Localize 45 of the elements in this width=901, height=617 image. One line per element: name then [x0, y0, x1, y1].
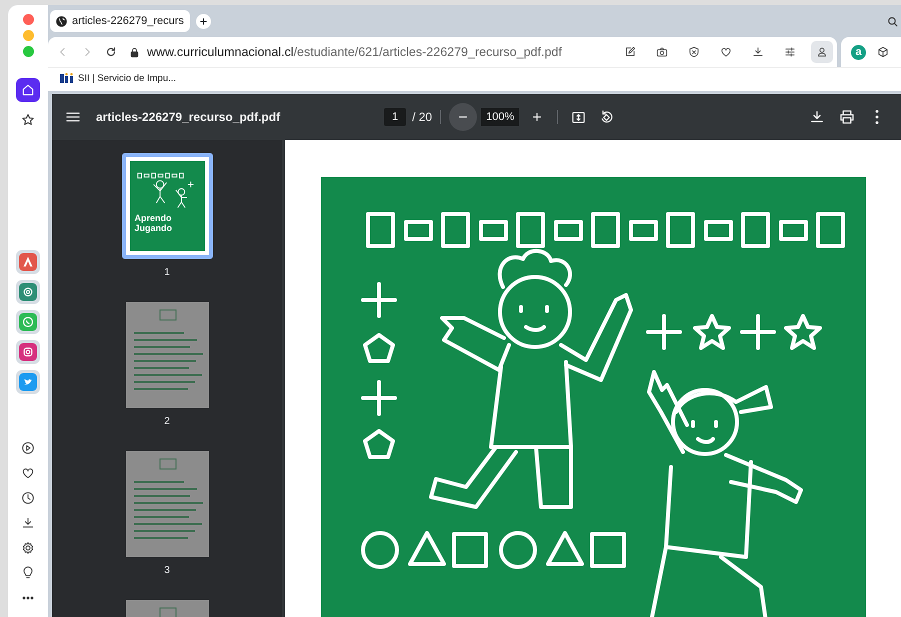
app-shortcut[interactable]	[16, 250, 40, 274]
lock-icon	[128, 46, 141, 58]
bird-app-icon	[19, 373, 37, 391]
page-thumbnail[interactable]	[126, 302, 208, 408]
bookmark-link[interactable]: SII | Servicio de Impu...	[60, 72, 176, 87]
page-number: 2	[164, 415, 170, 429]
profile-button[interactable]	[811, 41, 833, 63]
browser-tab[interactable]: articles-226279_recurs	[50, 10, 190, 32]
new-tab-button[interactable]	[196, 14, 211, 28]
cube-icon[interactable]	[876, 45, 890, 59]
window-control-dot[interactable]	[22, 30, 34, 41]
letter-a-app-icon	[19, 253, 37, 271]
reload-button[interactable]	[104, 45, 118, 59]
camera-app-icon	[19, 343, 37, 361]
home-button[interactable]	[16, 78, 40, 102]
cover-title: Aprendo Jugando	[134, 214, 173, 233]
page-number-field[interactable]: 1	[384, 108, 406, 126]
more-options-icon	[875, 110, 879, 124]
window-control-dot[interactable]	[22, 14, 34, 25]
star-icon	[20, 112, 36, 128]
profile-icon	[815, 45, 829, 59]
document-title: articles-226279_recurso_pdf.pdf	[96, 109, 280, 126]
page-count: / 20	[412, 109, 432, 126]
sliders-icon	[783, 45, 797, 59]
edit-icon	[623, 45, 637, 59]
home-icon	[20, 82, 36, 98]
plus-icon	[198, 16, 209, 26]
page-thumbnail[interactable]	[126, 451, 208, 557]
heart-icon	[719, 45, 733, 59]
app-shortcut[interactable]	[16, 280, 40, 304]
search-icon[interactable]	[886, 14, 899, 28]
app-shortcut[interactable]	[16, 370, 40, 394]
globe-icon	[55, 14, 68, 28]
camera-icon	[655, 45, 669, 59]
window-control-dot[interactable]	[22, 46, 34, 57]
page-thumbnail[interactable]: Aprendo Jugando	[122, 153, 212, 259]
app-shortcut[interactable]	[16, 340, 40, 364]
download-icon	[751, 45, 765, 59]
zoom-field[interactable]: 100%	[481, 108, 520, 126]
page-number: 1	[164, 266, 170, 280]
shield-icon	[687, 45, 701, 59]
print-icon	[838, 108, 856, 126]
site-logo-icon	[60, 73, 74, 84]
phone-bubble-app-icon	[19, 313, 37, 331]
page-number: 3	[164, 564, 170, 578]
